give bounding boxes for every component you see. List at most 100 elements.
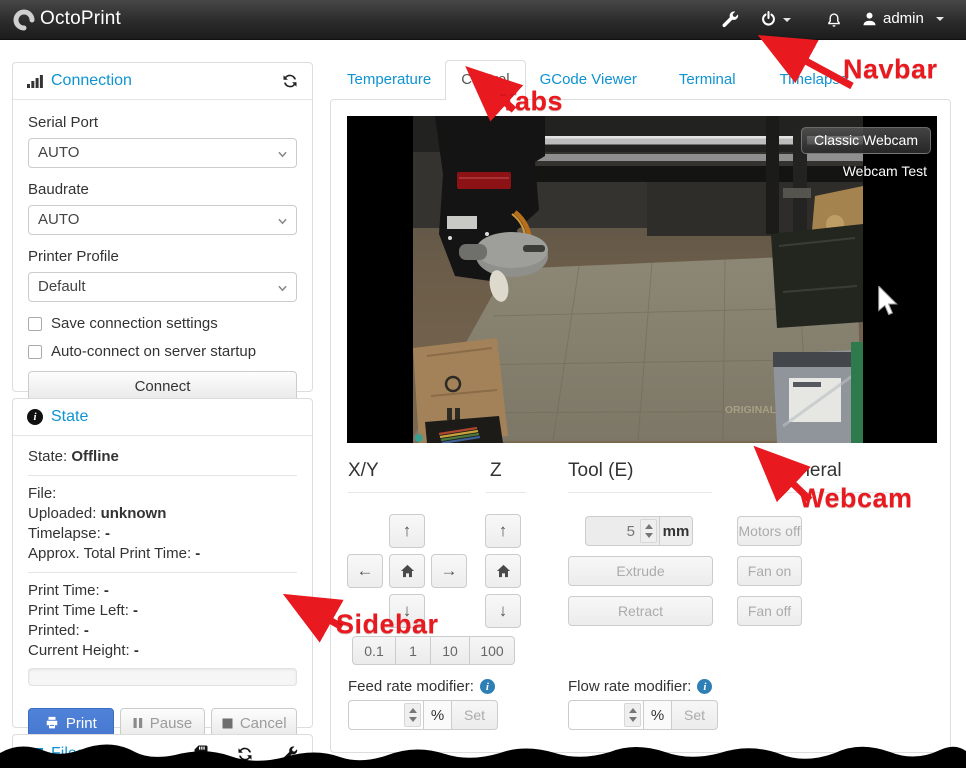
- fan-off-button[interactable]: Fan off: [737, 596, 802, 626]
- chevron-down-icon: [278, 284, 287, 293]
- pause-icon: [133, 717, 143, 729]
- feed-rate-label: Feed rate modifier:: [348, 678, 474, 695]
- printer-profile-select[interactable]: Default: [28, 272, 297, 302]
- divider: [28, 475, 297, 476]
- flow-rate-row-label: Flow rate modifier: i: [568, 678, 712, 695]
- approx-total-print-time-value: -: [195, 545, 200, 562]
- webcam-test-button[interactable]: Webcam Test: [843, 163, 927, 179]
- step-0.1-button[interactable]: 0.1: [352, 636, 396, 665]
- power-dropdown[interactable]: [760, 11, 791, 28]
- percent-addon: %: [643, 700, 672, 730]
- printer-icon: [45, 716, 59, 730]
- tab-terminal[interactable]: Terminal: [665, 60, 750, 100]
- autoconnect-label: Auto-connect on server startup: [51, 343, 256, 360]
- step-10-button[interactable]: 10: [430, 636, 470, 665]
- z-section-header: Z: [486, 460, 526, 493]
- jog-z-minus-button[interactable]: ↓: [485, 594, 521, 628]
- app-title: OctoPrint: [40, 8, 121, 30]
- sidebar-annotation-label: Sidebar: [336, 609, 439, 640]
- step-100-button[interactable]: 100: [469, 636, 515, 665]
- number-stepper[interactable]: [640, 519, 657, 543]
- chevron-down-icon: [278, 150, 287, 159]
- tab-temperature[interactable]: Temperature: [333, 60, 445, 100]
- printer-profile-value: Default: [38, 278, 86, 295]
- state-label: State:: [28, 448, 67, 465]
- classic-webcam-button[interactable]: Classic Webcam: [801, 127, 931, 154]
- jog-x-plus-button[interactable]: →: [431, 554, 467, 588]
- divider: [28, 572, 297, 573]
- serial-port-value: AUTO: [38, 144, 79, 161]
- refresh-icon[interactable]: [237, 746, 253, 762]
- info-icon[interactable]: i: [697, 679, 712, 694]
- xy-section-header: X/Y: [348, 460, 471, 493]
- motors-off-button[interactable]: Motors off: [737, 516, 802, 546]
- extrusion-amount-group: 5 mm: [585, 516, 693, 546]
- print-button-label: Print: [66, 715, 97, 732]
- feed-rate-set-button[interactable]: Set: [451, 700, 498, 730]
- state-panel-header[interactable]: i State: [13, 399, 312, 436]
- number-stepper[interactable]: [624, 703, 641, 727]
- flow-rate-input[interactable]: [568, 700, 644, 730]
- connect-button-label: Connect: [135, 378, 191, 395]
- files-title: Files: [51, 745, 85, 763]
- tabs-annotation-label: Tabs: [500, 86, 563, 117]
- navbar-annotation-label: Navbar: [843, 54, 938, 85]
- jog-x-minus-button[interactable]: ←: [347, 554, 383, 588]
- home-xy-button[interactable]: [389, 554, 425, 588]
- refresh-icon[interactable]: [282, 73, 298, 89]
- user-menu[interactable]: admin: [862, 10, 944, 27]
- autoconnect-checkbox[interactable]: [28, 345, 42, 359]
- jog-y-plus-button[interactable]: ↑: [389, 514, 425, 548]
- cancel-button-label: Cancel: [240, 715, 287, 732]
- list-icon: [27, 747, 43, 761]
- print-time-left-label: Print Time Left:: [28, 602, 129, 619]
- print-time-value: -: [104, 582, 109, 599]
- print-time-left-value: -: [133, 602, 138, 619]
- approx-total-print-time-label: Approx. Total Print Time:: [28, 545, 191, 562]
- extrusion-amount-input[interactable]: 5: [585, 516, 660, 546]
- home-z-button[interactable]: [485, 554, 521, 588]
- save-settings-label: Save connection settings: [51, 315, 218, 332]
- power-icon: [760, 11, 777, 28]
- caret-down-icon: [936, 17, 944, 21]
- extrude-button[interactable]: Extrude: [568, 556, 713, 586]
- fan-on-button[interactable]: Fan on: [737, 556, 802, 586]
- files-panel: Files: [12, 734, 313, 768]
- retract-button[interactable]: Retract: [568, 596, 713, 626]
- notifications-bell-icon[interactable]: [826, 11, 842, 29]
- flow-rate-set-button[interactable]: Set: [671, 700, 718, 730]
- baudrate-value: AUTO: [38, 211, 79, 228]
- baudrate-label: Baudrate: [28, 181, 297, 198]
- timelapse-label: Timelapse:: [28, 525, 101, 542]
- current-height-value: -: [134, 642, 139, 659]
- arrow-left-icon: ←: [357, 561, 374, 581]
- extrusion-amount-value: 5: [586, 523, 638, 540]
- printed-label: Printed:: [28, 622, 80, 639]
- step-1-button[interactable]: 1: [395, 636, 431, 665]
- sd-card-icon[interactable]: [194, 745, 208, 762]
- connect-button[interactable]: Connect: [28, 371, 297, 401]
- feed-rate-group: % Set: [348, 700, 498, 730]
- files-panel-header[interactable]: Files: [13, 735, 312, 768]
- save-settings-checkbox[interactable]: [28, 317, 42, 331]
- state-title: State: [51, 408, 88, 426]
- octoprint-logo-icon: [12, 8, 36, 32]
- uploaded-value: unknown: [101, 505, 167, 522]
- state-value: Offline: [71, 448, 119, 465]
- print-progress-bar: [28, 668, 297, 686]
- settings-wrench-icon[interactable]: [722, 11, 739, 28]
- wrench-icon[interactable]: [282, 746, 298, 762]
- connection-panel-header[interactable]: Connection: [13, 63, 312, 100]
- current-height-label: Current Height:: [28, 642, 130, 659]
- timelapse-value: -: [105, 525, 110, 542]
- home-icon: [496, 564, 511, 578]
- arrow-down-icon: ↓: [499, 601, 508, 621]
- jog-z-plus-button[interactable]: ↑: [485, 514, 521, 548]
- feed-rate-input[interactable]: [348, 700, 424, 730]
- baudrate-select[interactable]: AUTO: [28, 205, 297, 235]
- number-stepper[interactable]: [404, 703, 421, 727]
- webcam-annotation-label: Webcam: [799, 483, 913, 514]
- signal-icon: [27, 74, 43, 88]
- serial-port-select[interactable]: AUTO: [28, 138, 297, 168]
- info-icon[interactable]: i: [480, 679, 495, 694]
